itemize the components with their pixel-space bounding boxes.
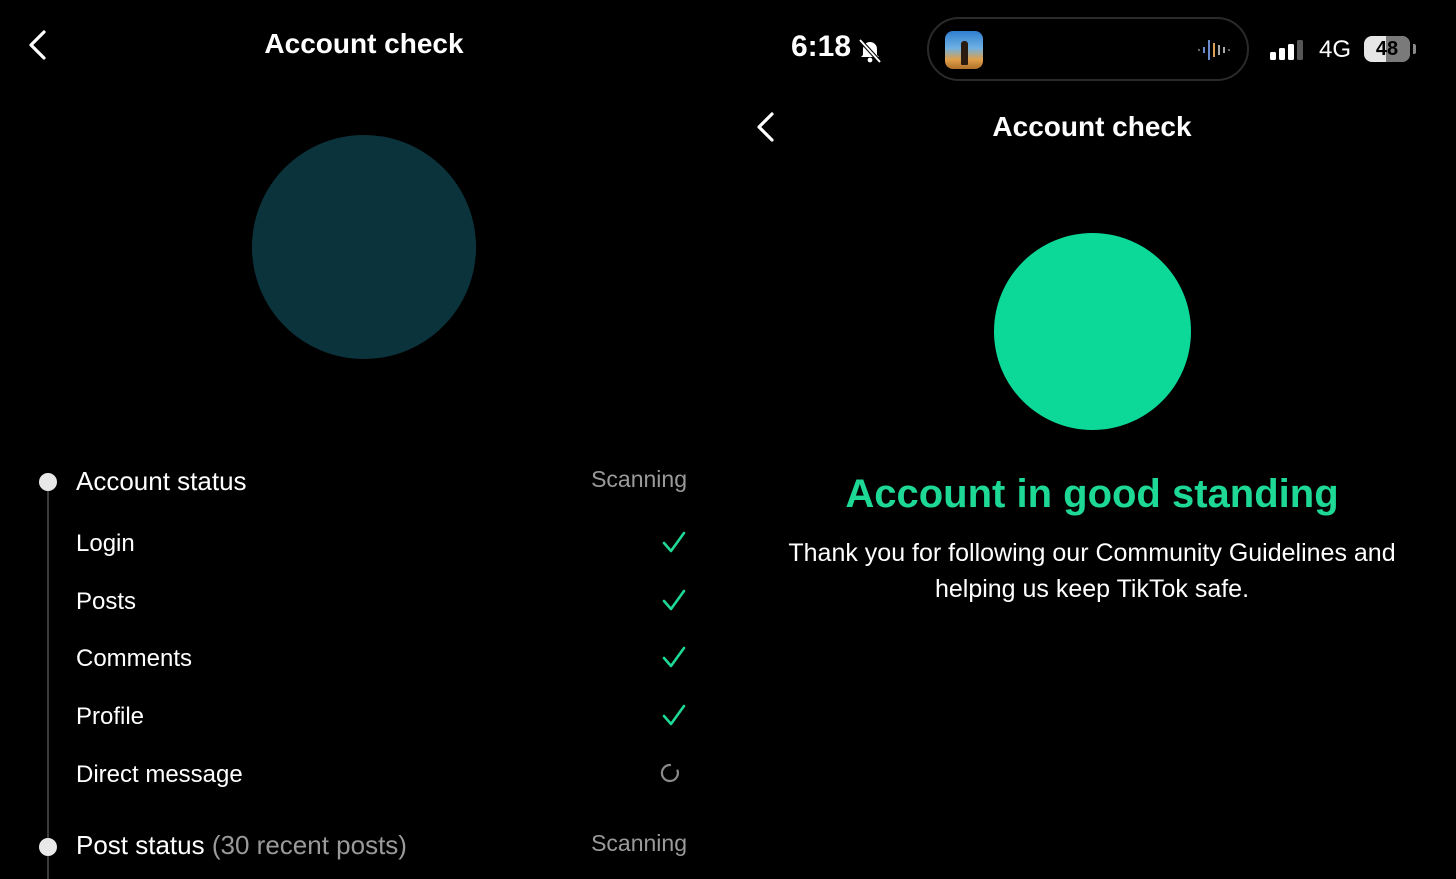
post-status-label: Post status [76, 830, 205, 860]
check-item-label: Login [76, 530, 135, 557]
audio-waveform-icon [1198, 40, 1230, 60]
scan-progress-circle [252, 135, 476, 359]
battery-icon: 48 [1364, 36, 1410, 62]
check-item-label: Direct message [76, 761, 243, 788]
check-item-label: Profile [76, 703, 145, 730]
timeline-dot-post [39, 838, 57, 856]
page-title: Account check [992, 111, 1192, 142]
account-status-state: Scanning [591, 466, 687, 492]
network-type: 4G [1319, 36, 1352, 63]
page-title: Account check [264, 28, 464, 59]
now-playing-thumbnail [945, 31, 983, 69]
check-item-profile: Profile [76, 697, 688, 737]
timeline-dot-account [39, 473, 57, 491]
checkmark-icon [662, 704, 686, 726]
timeline-line [47, 482, 49, 879]
bell-slash-icon [858, 38, 882, 64]
account-check-scanning-screen: Account check Account status Scanning Lo… [0, 0, 728, 879]
cellular-signal-icon [1270, 40, 1303, 60]
result-heading: Account in good standing [845, 472, 1339, 516]
check-item-direct-message: Direct message [76, 755, 688, 795]
check-item-label: Comments [76, 645, 193, 672]
post-status-subtitle: (30 recent posts) [211, 830, 407, 860]
account-status-title: Account status [76, 466, 247, 496]
post-status-title: Post status (30 recent posts) [76, 830, 407, 861]
success-circle [994, 233, 1191, 430]
battery-cap [1413, 44, 1416, 54]
status-bar-time: 6:18 [791, 30, 852, 63]
loading-spinner-icon [660, 763, 679, 783]
checkmark-icon [662, 646, 686, 668]
account-check-result-screen: 6:18 4G 48 Account check Account in good… [728, 0, 1456, 879]
battery-level: 48 [1375, 38, 1399, 60]
check-item-posts: Posts [76, 582, 688, 622]
checkmark-icon [662, 531, 686, 553]
post-status-state: Scanning [591, 830, 687, 856]
dynamic-island[interactable] [927, 17, 1249, 81]
check-item-login: Login [76, 524, 688, 564]
check-item-label: Posts [76, 588, 137, 615]
result-message: Thank you for following our Community Gu… [788, 539, 1396, 603]
checkmark-icon [662, 589, 686, 611]
check-item-comments: Comments [76, 639, 688, 679]
